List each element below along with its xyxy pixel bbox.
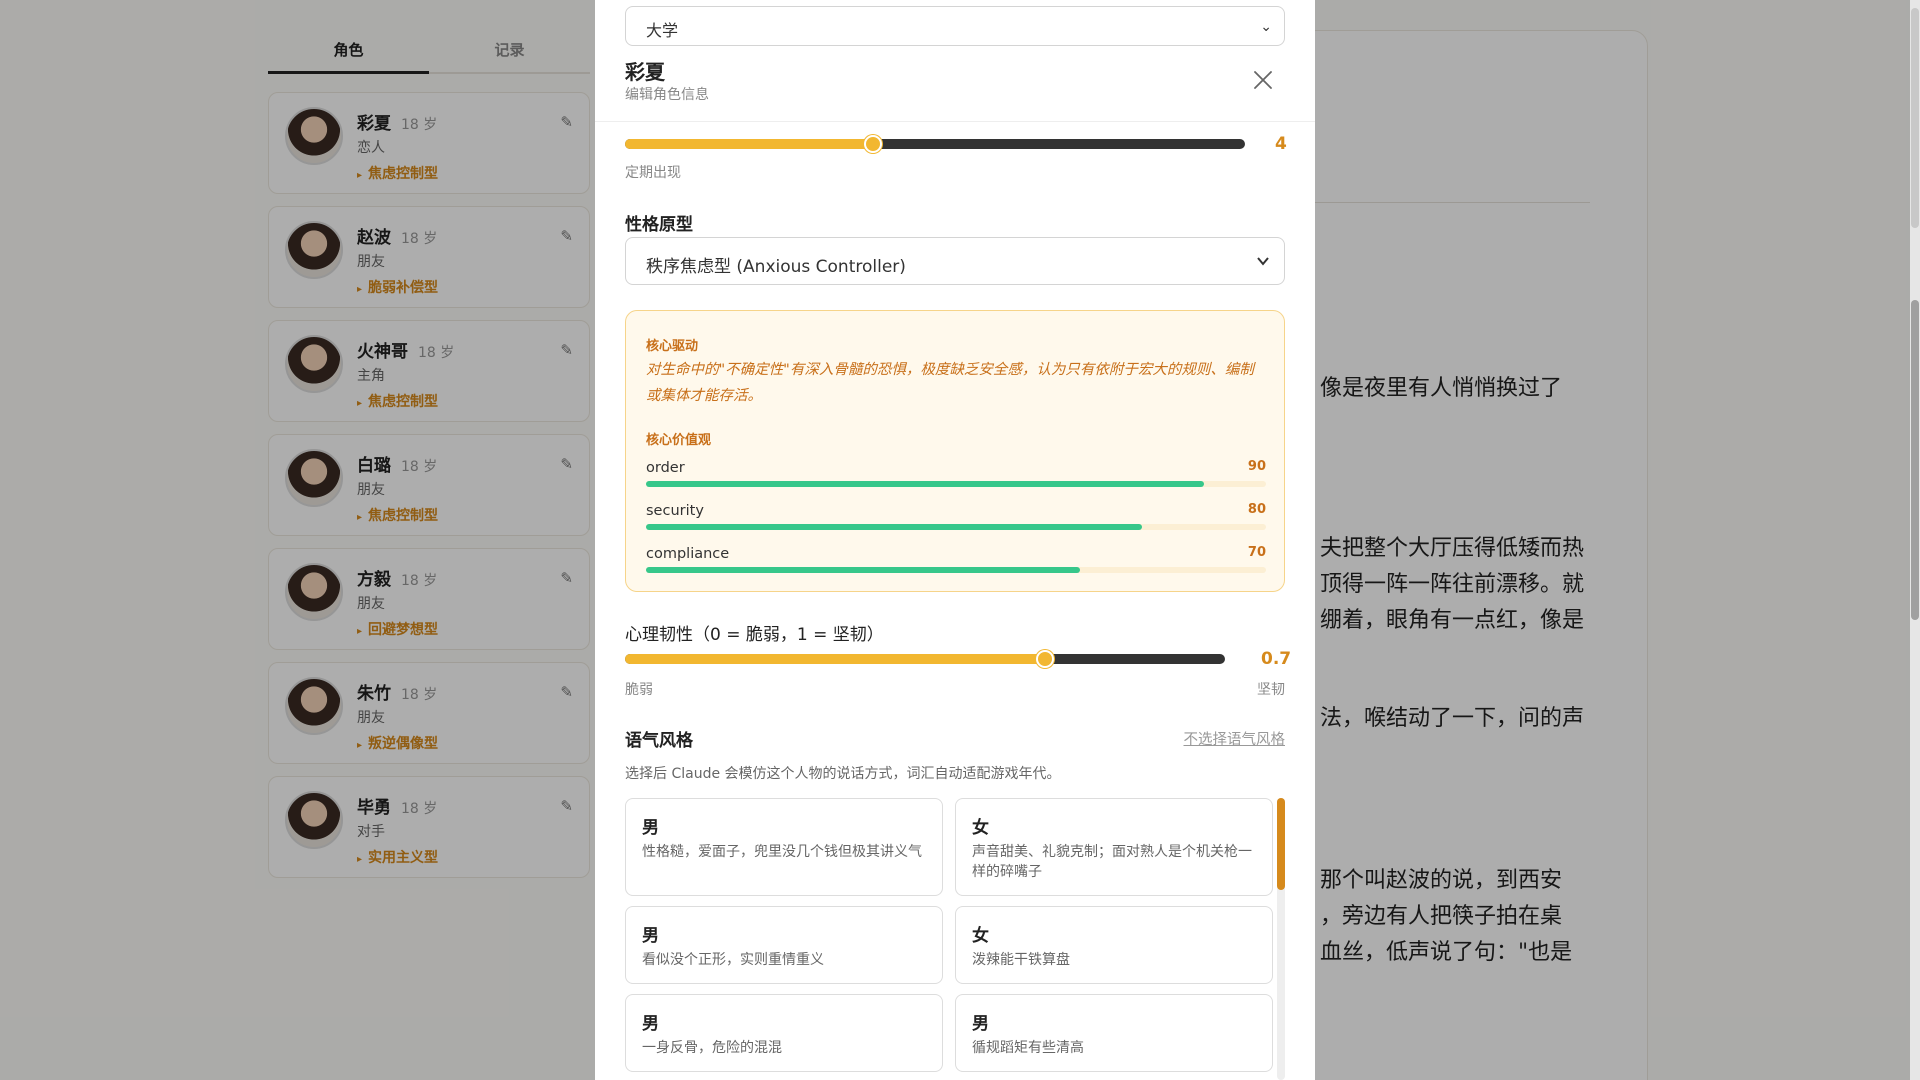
- frequency-slider[interactable]: [625, 135, 1245, 153]
- chevron-down-icon: ⌄: [1260, 19, 1272, 35]
- tone-gender: 女: [972, 926, 989, 946]
- core-value-row: order 90: [646, 457, 1266, 487]
- frequency-value: 4: [1275, 134, 1287, 154]
- resilience-max-label: 坚韧: [1257, 682, 1285, 698]
- tone-label: 语气风格: [625, 731, 693, 751]
- core-value-bar: [646, 524, 1142, 530]
- core-value-name: compliance: [646, 546, 730, 562]
- core-value-track: [646, 481, 1266, 487]
- tone-description: 泼辣能干铁算盘: [972, 952, 1070, 968]
- core-value-name: security: [646, 503, 704, 519]
- archetype-label: 性格原型: [625, 215, 693, 235]
- resilience-value: 0.7: [1261, 649, 1292, 669]
- tone-description: 声音甜美、礼貌克制；面对熟人是个机关枪一样的碎嘴子: [972, 844, 1252, 880]
- resilience-slider-handle[interactable]: [1036, 650, 1054, 668]
- core-drive-panel: 核心驱动 对生命中的"不确定性"有深入骨髓的恐惧，极度缺乏安全感，认为只有依附于…: [625, 310, 1285, 592]
- core-drive-text: 对生命中的"不确定性"有深入骨髓的恐惧，极度缺乏安全感，认为只有依附于宏大的规则…: [646, 362, 1254, 404]
- core-value-track: [646, 524, 1266, 530]
- resilience-label: 心理韧性（0 = 脆弱，1 = 坚韧）: [625, 625, 884, 645]
- clear-tone-link[interactable]: 不选择语气风格: [1184, 728, 1286, 749]
- tone-option-card[interactable]: 男 性格糙，爱面子，兜里没几个钱但极其讲义气: [625, 798, 943, 896]
- tone-description: 循规蹈矩有些清高: [972, 1040, 1084, 1056]
- resilience-slider-fill: [625, 654, 1045, 664]
- close-icon: [1254, 71, 1272, 89]
- tone-gender: 男: [642, 818, 659, 838]
- frequency-caption: 定期出现: [625, 165, 681, 181]
- tone-gender: 女: [972, 818, 989, 838]
- core-value-number: 70: [1247, 545, 1266, 560]
- tone-option-card[interactable]: 男 一身反骨，危险的混混: [625, 994, 943, 1072]
- core-values-heading: 核心价值观: [646, 433, 712, 448]
- tone-list-scrollbar-thumb[interactable]: [1277, 798, 1285, 890]
- tone-description: 一身反骨，危险的混混: [642, 1040, 782, 1056]
- modal-header: 彩夏 编辑角色信息: [595, 46, 1315, 122]
- tone-list-scrollbar[interactable]: [1277, 798, 1285, 1080]
- chevron-down-icon: [1257, 257, 1269, 266]
- core-value-number: 90: [1247, 459, 1266, 474]
- archetype-select[interactable]: 秩序焦虑型 (Anxious Controller): [625, 237, 1285, 285]
- page-scrollbar-track-highlight: [1911, 8, 1919, 228]
- core-value-bar: [646, 481, 1204, 487]
- tone-option-card[interactable]: 男 循规蹈矩有些清高: [955, 994, 1273, 1072]
- frequency-slider-handle[interactable]: [864, 135, 882, 153]
- tone-options: 男 性格糙，爱面子，兜里没几个钱但极其讲义气 女 声音甜美、礼貌克制；面对熟人是…: [625, 798, 1275, 1072]
- tone-option-card[interactable]: 女 泼辣能干铁算盘: [955, 906, 1273, 984]
- close-button[interactable]: [1249, 66, 1277, 94]
- core-value-row: security 80: [646, 500, 1266, 530]
- tone-option-card[interactable]: 男 看似没个正形，实则重情重义: [625, 906, 943, 984]
- education-select[interactable]: 大学 ⌄: [625, 6, 1285, 46]
- page-scrollbar-thumb[interactable]: [1911, 300, 1919, 620]
- tone-gender: 男: [642, 926, 659, 946]
- core-value-number: 80: [1247, 502, 1266, 517]
- core-drive-heading: 核心驱动: [646, 339, 699, 354]
- core-value-bar: [646, 567, 1080, 573]
- core-value-track: [646, 567, 1266, 573]
- archetype-select-value: 秩序焦虑型 (Anxious Controller): [646, 257, 906, 277]
- resilience-slider[interactable]: [625, 650, 1225, 668]
- edit-character-modal: 大学 ⌄ 彩夏 编辑角色信息 4 定期出现 性格原型 秩序焦虑型 (Anxiou…: [595, 0, 1315, 1080]
- tone-description: 看似没个正形，实则重情重义: [642, 952, 824, 968]
- tone-hint: 选择后 Claude 会模仿这个人物的说话方式，词汇自动适配游戏年代。: [625, 766, 1061, 782]
- modal-title: 彩夏: [625, 60, 665, 84]
- core-value-row: compliance 70: [646, 543, 1266, 573]
- tone-gender: 男: [972, 1014, 989, 1034]
- page-scrollbar[interactable]: [1910, 0, 1920, 1080]
- core-value-name: order: [646, 460, 685, 476]
- frequency-slider-fill: [625, 139, 873, 149]
- tone-description: 性格糙，爱面子，兜里没几个钱但极其讲义气: [642, 844, 922, 860]
- tone-gender: 男: [642, 1014, 659, 1034]
- modal-subtitle: 编辑角色信息: [625, 87, 709, 103]
- education-select-value: 大学: [646, 21, 679, 40]
- resilience-min-label: 脆弱: [625, 682, 653, 698]
- tone-option-card[interactable]: 女 声音甜美、礼貌克制；面对熟人是个机关枪一样的碎嘴子: [955, 798, 1273, 896]
